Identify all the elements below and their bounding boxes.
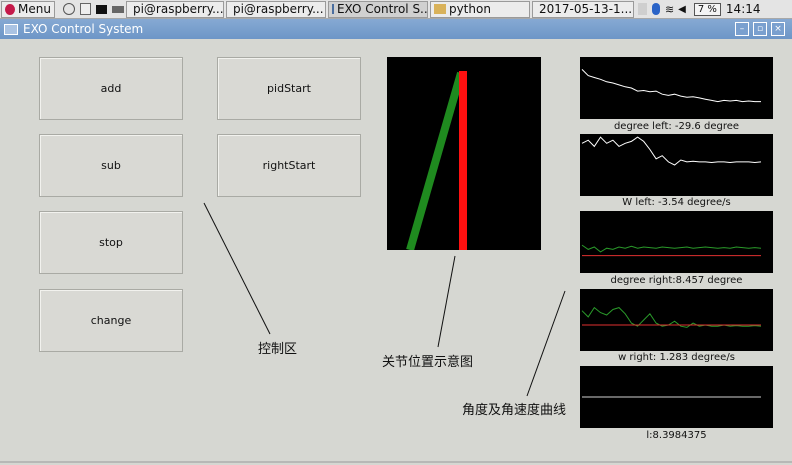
annotation-line-curves [526,290,566,397]
annotation-line-joint [437,255,456,348]
angle-velocity-label: 角度及角速度曲线 [462,403,567,418]
joint-position-label: 关节位置示意图 [382,355,474,370]
annotation-lines [0,202,792,463]
control-area-label: 控制区 [258,342,298,357]
annotation-line-control [203,202,271,335]
